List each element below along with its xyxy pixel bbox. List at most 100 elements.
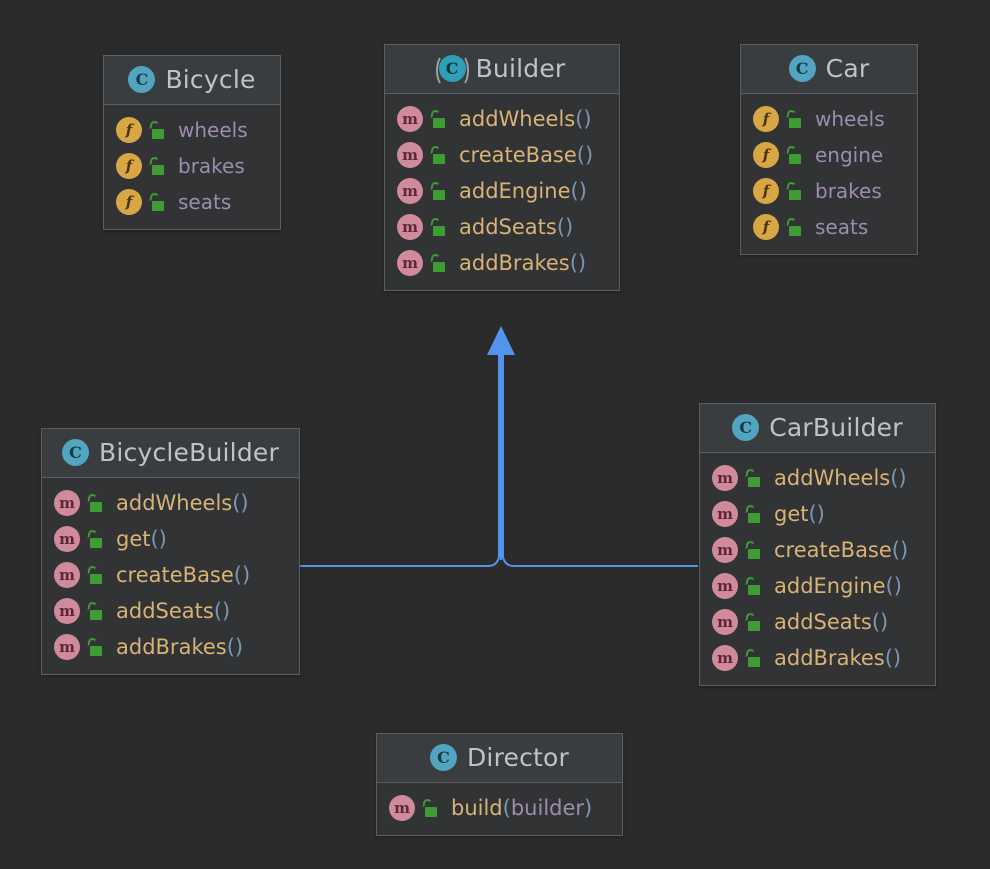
class-icon: C <box>128 66 156 93</box>
class-header-carbuilder: C CarBuilder <box>700 404 935 453</box>
member-row[interactable]: m addBrakes() <box>700 640 935 676</box>
class-name-carbuilder: CarBuilder <box>769 413 903 442</box>
class-icon: C <box>62 439 90 466</box>
class-box-builder[interactable]: C Builder m addWheels() m createBase() m <box>384 44 620 291</box>
member-list-bicycle: f wheels f brakes f seats <box>104 105 280 229</box>
member-label: addWheels() <box>459 106 592 131</box>
class-header-director: C Director <box>377 734 622 783</box>
member-label: addEngine() <box>459 178 587 203</box>
method-icon: m <box>54 598 80 624</box>
member-row[interactable]: m addEngine() <box>700 568 935 604</box>
method-icon: m <box>712 501 738 527</box>
member-label: addBrakes() <box>459 250 587 275</box>
unlocked-padlock-icon <box>786 181 802 200</box>
member-row[interactable]: f seats <box>741 209 917 245</box>
member-row[interactable]: f seats <box>104 184 280 220</box>
unlocked-padlock-icon <box>430 109 446 128</box>
method-icon: m <box>712 645 738 671</box>
unlocked-padlock-icon <box>87 529 103 548</box>
member-label: addBrakes() <box>774 645 902 670</box>
method-icon: m <box>397 142 423 168</box>
member-row[interactable]: m build(builder) <box>377 790 622 826</box>
member-row[interactable]: f brakes <box>104 148 280 184</box>
member-list-builder: m addWheels() m createBase() m addEngine… <box>385 94 619 290</box>
method-icon: m <box>712 537 738 563</box>
method-icon: m <box>397 178 423 204</box>
member-row[interactable]: f wheels <box>104 112 280 148</box>
diagram-canvas: C Bicycle f wheels f brakes f seats C Bu… <box>0 0 990 869</box>
member-label: addSeats() <box>459 214 574 239</box>
method-icon: m <box>712 573 738 599</box>
unlocked-padlock-icon <box>87 637 103 656</box>
member-label: engine <box>815 142 884 167</box>
unlocked-padlock-icon <box>745 468 761 487</box>
member-row[interactable]: m get() <box>42 521 299 557</box>
member-row[interactable]: m get() <box>700 496 935 532</box>
member-row[interactable]: f wheels <box>741 101 917 137</box>
unlocked-padlock-icon <box>87 565 103 584</box>
unlocked-padlock-icon <box>786 145 802 164</box>
unlocked-padlock-icon <box>745 648 761 667</box>
member-label: addSeats() <box>116 598 231 623</box>
class-name-car: Car <box>825 54 870 83</box>
field-icon: f <box>753 142 779 168</box>
unlocked-padlock-icon <box>430 253 446 272</box>
member-label: addEngine() <box>774 573 902 598</box>
member-row[interactable]: m addBrakes() <box>42 629 299 665</box>
abstract-class-icon: C <box>435 54 469 87</box>
method-icon: m <box>54 490 80 516</box>
member-label: seats <box>178 189 232 214</box>
member-label: brakes <box>815 178 882 203</box>
member-list-car: f wheels f engine f brakes f seats <box>741 94 917 254</box>
member-row[interactable]: m addWheels() <box>385 101 619 137</box>
class-box-carbuilder[interactable]: C CarBuilder m addWheels() m get() m cre… <box>699 403 936 686</box>
unlocked-padlock-icon <box>786 109 802 128</box>
member-row[interactable]: m createBase() <box>700 532 935 568</box>
class-name-director: Director <box>466 743 570 772</box>
unlocked-padlock-icon <box>430 217 446 236</box>
field-icon: f <box>753 106 779 132</box>
unlocked-padlock-icon <box>430 181 446 200</box>
field-icon: f <box>116 189 142 215</box>
member-label: build(builder) <box>451 795 593 820</box>
member-row[interactable]: m addSeats() <box>385 209 619 245</box>
field-icon: f <box>753 214 779 240</box>
class-box-director[interactable]: C Director m build(builder) <box>376 733 623 836</box>
unlocked-padlock-icon <box>786 217 802 236</box>
member-label: addBrakes() <box>116 634 244 659</box>
member-list-bicyclebuilder: m addWheels() m get() m createBase() m a… <box>42 478 299 674</box>
unlocked-padlock-icon <box>745 612 761 631</box>
unlocked-padlock-icon <box>745 576 761 595</box>
member-row[interactable]: m addSeats() <box>700 604 935 640</box>
unlocked-padlock-icon <box>149 156 165 175</box>
member-row[interactable]: m addWheels() <box>42 485 299 521</box>
member-label: wheels <box>178 117 248 142</box>
member-row[interactable]: m addWheels() <box>700 460 935 496</box>
member-label: brakes <box>178 153 245 178</box>
member-label: addSeats() <box>774 609 889 634</box>
member-label: createBase() <box>459 142 594 167</box>
method-icon: m <box>712 465 738 491</box>
method-icon: m <box>712 609 738 635</box>
class-box-car[interactable]: C Car f wheels f engine f brakes f seats <box>740 44 918 255</box>
member-row[interactable]: f engine <box>741 137 917 173</box>
member-row[interactable]: m createBase() <box>385 137 619 173</box>
class-header-bicycle: C Bicycle <box>104 56 280 105</box>
member-row[interactable]: m createBase() <box>42 557 299 593</box>
method-icon: m <box>397 250 423 276</box>
method-icon: m <box>54 526 80 552</box>
class-name-bicycle: Bicycle <box>165 65 256 94</box>
member-row[interactable]: m addSeats() <box>42 593 299 629</box>
unlocked-padlock-icon <box>430 145 446 164</box>
member-row[interactable]: m addEngine() <box>385 173 619 209</box>
connector-bicyclebuilder-to-builder <box>300 350 500 567</box>
class-icon: C <box>732 414 760 441</box>
member-label: addWheels() <box>774 465 907 490</box>
member-list-director: m build(builder) <box>377 783 622 835</box>
member-row[interactable]: f brakes <box>741 173 917 209</box>
class-box-bicyclebuilder[interactable]: C BicycleBuilder m addWheels() m get() m <box>41 428 300 675</box>
class-box-bicycle[interactable]: C Bicycle f wheels f brakes f seats <box>103 55 281 230</box>
member-row[interactable]: m addBrakes() <box>385 245 619 281</box>
field-icon: f <box>753 178 779 204</box>
member-label: wheels <box>815 106 885 131</box>
